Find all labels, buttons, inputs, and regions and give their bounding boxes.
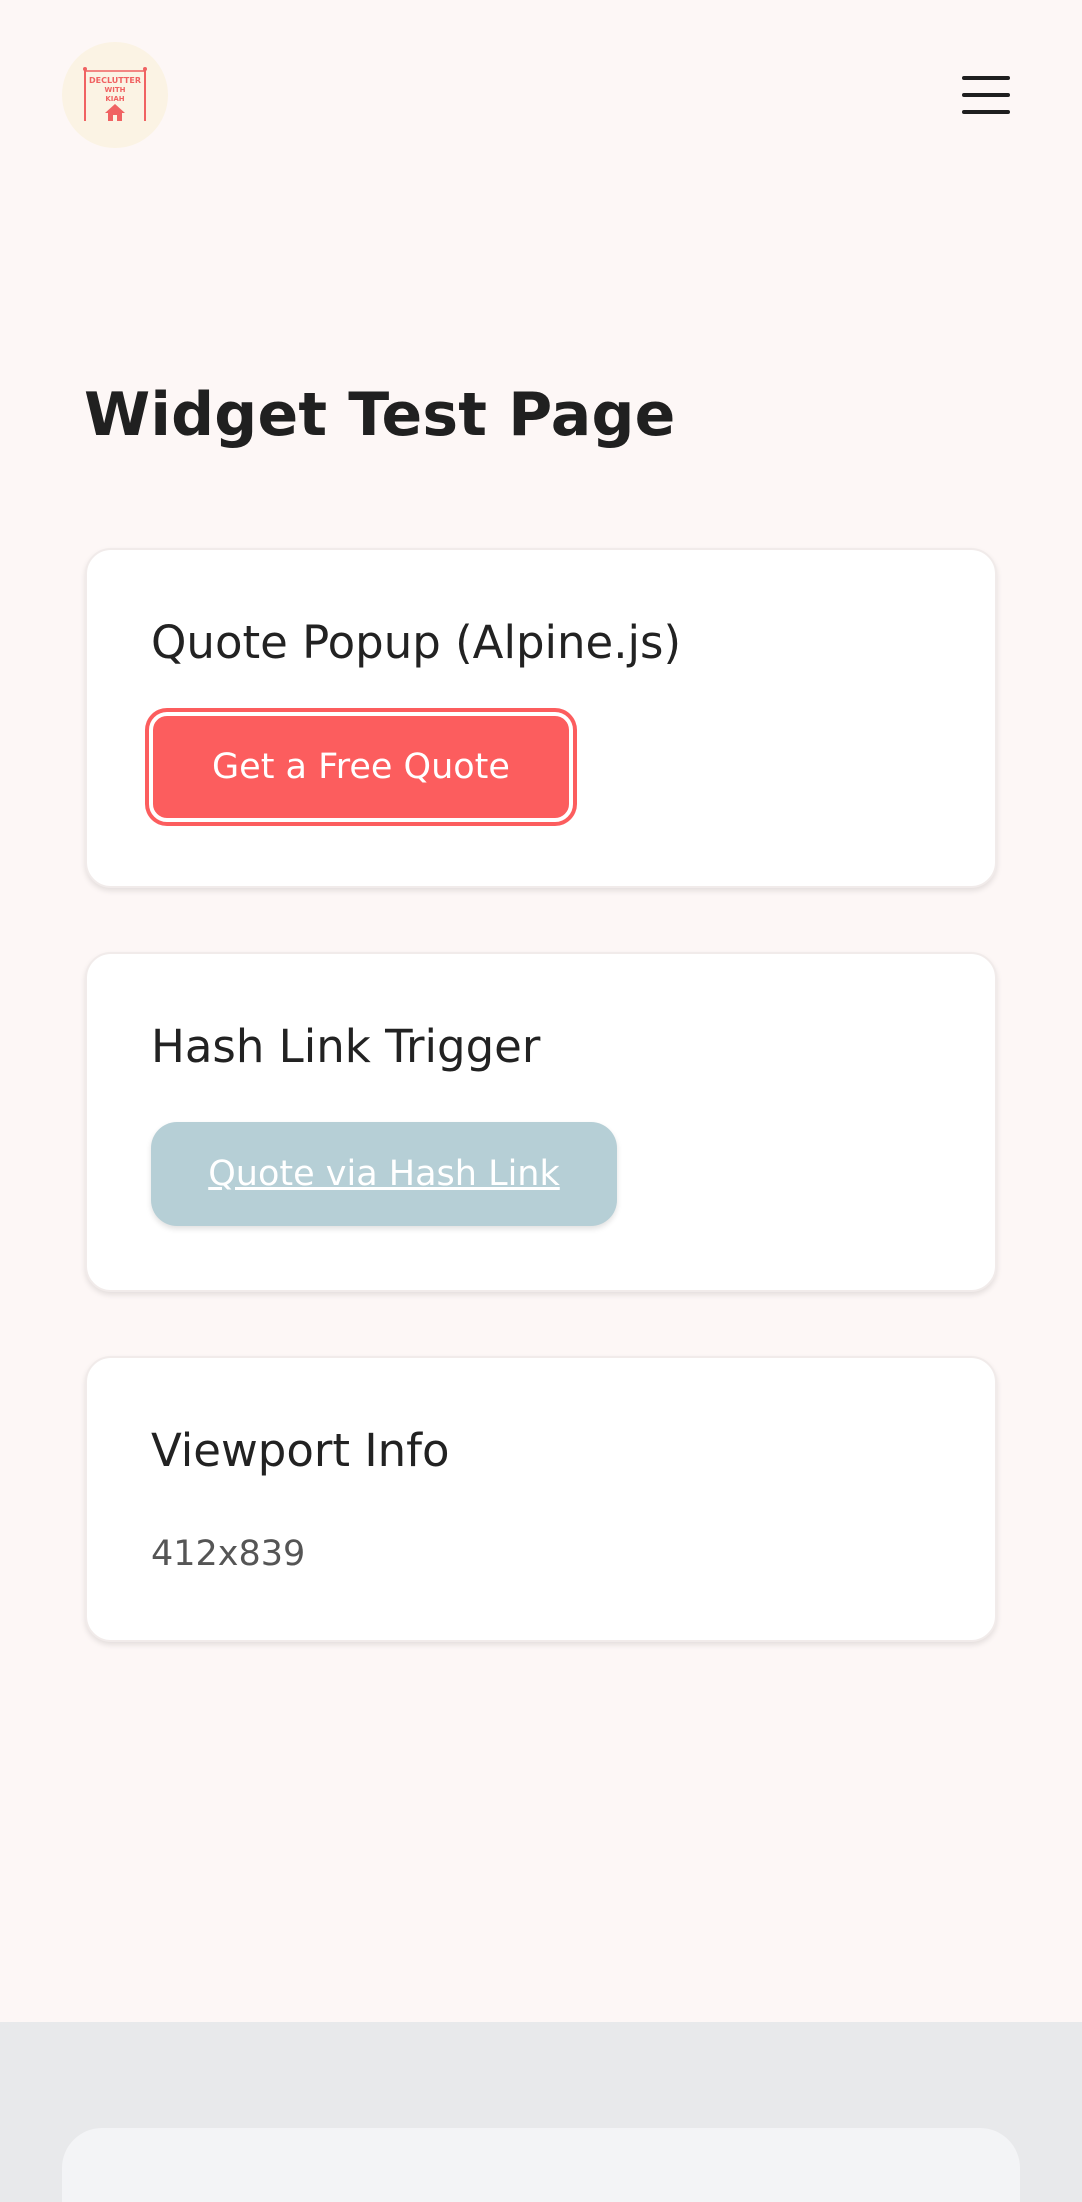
card-title: Hash Link Trigger	[151, 1020, 541, 1073]
footer-panel	[62, 2128, 1020, 2202]
card-title: Quote Popup (Alpine.js)	[151, 616, 682, 669]
card-title: Viewport Info	[151, 1424, 450, 1477]
viewport-info-card: Viewport Info 412x839	[85, 1356, 997, 1642]
site-footer	[0, 2022, 1082, 2202]
svg-text:DECLUTTER: DECLUTTER	[89, 76, 141, 85]
site-logo[interactable]: DECLUTTER WITH KIAH	[62, 42, 168, 148]
viewport-dimensions: 412x839	[151, 1534, 306, 1574]
get-free-quote-button[interactable]: Get a Free Quote	[149, 712, 573, 822]
declutter-logo-mark: DECLUTTER WITH KIAH	[83, 67, 147, 121]
hash-link-card: Hash Link Trigger Quote via Hash Link	[85, 952, 997, 1292]
hamburger-line	[962, 93, 1010, 97]
quote-popup-card: Quote Popup (Alpine.js) Get a Free Quote	[85, 548, 997, 888]
site-header: DECLUTTER WITH KIAH	[0, 0, 1082, 190]
hamburger-line	[962, 110, 1010, 114]
quote-via-hash-link-button[interactable]: Quote via Hash Link	[151, 1122, 617, 1226]
page: DECLUTTER WITH KIAH Widget Test Page Quo…	[0, 0, 1082, 2202]
hamburger-line	[962, 76, 1010, 80]
svg-text:WITH: WITH	[105, 86, 126, 94]
hamburger-menu-icon[interactable]	[958, 72, 1016, 118]
house-icon	[105, 104, 125, 121]
svg-text:KIAH: KIAH	[105, 95, 124, 103]
page-title: Widget Test Page	[84, 380, 676, 450]
